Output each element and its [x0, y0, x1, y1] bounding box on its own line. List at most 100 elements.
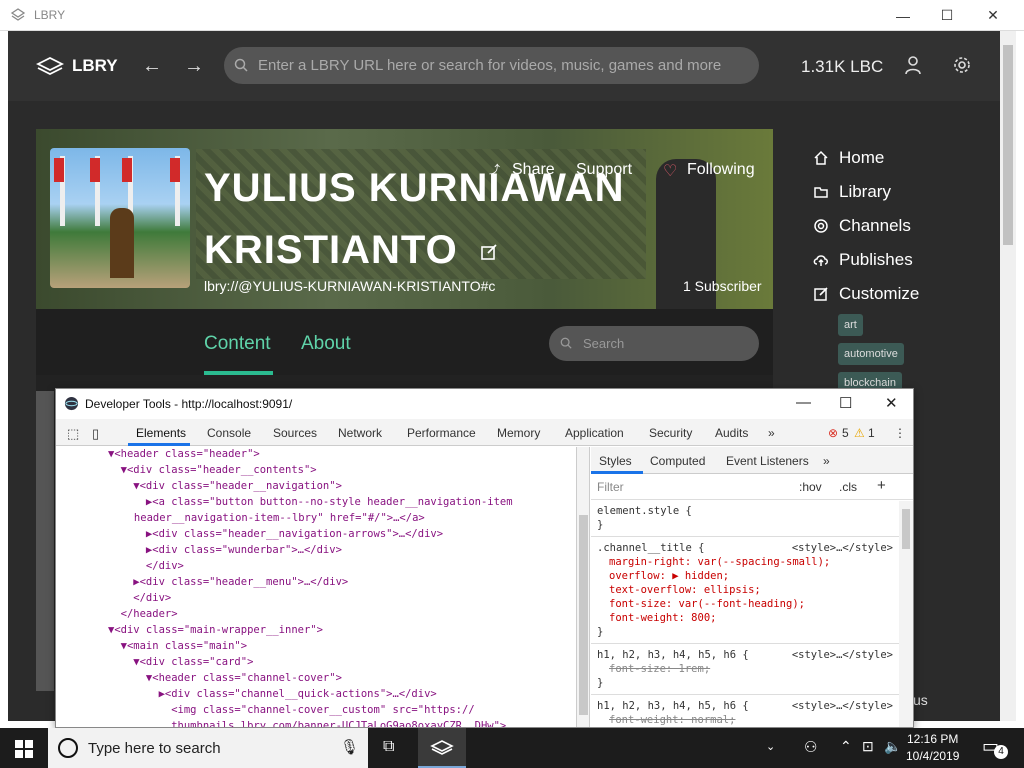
- scrollbar-thumb[interactable]: [1003, 45, 1013, 245]
- following-button[interactable]: Following: [687, 161, 755, 179]
- heart-icon[interactable]: ♡: [663, 161, 677, 181]
- chevron-up-icon[interactable]: ⌃: [840, 738, 852, 755]
- dom-node[interactable]: ▼<div class="card">: [108, 655, 253, 671]
- tab-sources[interactable]: Sources: [273, 426, 317, 440]
- css-property[interactable]: margin-right: var(--spacing-small);: [597, 555, 907, 569]
- people-icon[interactable]: ⚇: [804, 738, 817, 756]
- search-input[interactable]: Enter a LBRY URL here or search for vide…: [224, 47, 759, 84]
- elements-scrollbar[interactable]: [576, 447, 590, 727]
- tab-memory[interactable]: Memory: [497, 426, 540, 440]
- sidebar-item-library[interactable]: Library: [813, 175, 993, 209]
- hov-toggle[interactable]: :hov: [799, 480, 822, 494]
- css-property[interactable]: overflow: ▶ hidden;: [597, 569, 907, 583]
- more-tabs-chevron-icon[interactable]: »: [823, 454, 830, 468]
- window-scrollbar[interactable]: [1000, 31, 1016, 721]
- css-property[interactable]: font-weight: 800;: [597, 611, 907, 625]
- tab-content[interactable]: Content: [204, 333, 271, 355]
- rule-source-link[interactable]: <style>…</style>: [792, 699, 893, 713]
- dom-node[interactable]: <img class="channel-cover__custom" src="…: [108, 703, 474, 719]
- network-icon[interactable]: ⊡: [862, 738, 874, 755]
- minimize-button[interactable]: —: [880, 0, 926, 31]
- sidebar-item-channels[interactable]: Channels: [813, 209, 993, 243]
- tab-event-listeners[interactable]: Event Listeners: [726, 454, 809, 468]
- error-icon[interactable]: ⊗: [828, 426, 838, 440]
- dom-node[interactable]: ▼<header class="channel-cover">: [108, 671, 342, 687]
- scrollbar-thumb[interactable]: [902, 509, 910, 549]
- rule-selector[interactable]: element.style {: [597, 504, 907, 518]
- styles-scrollbar[interactable]: [899, 501, 913, 727]
- dom-node[interactable]: </div>: [108, 559, 184, 575]
- css-property-overridden[interactable]: font-size: 1rem;: [597, 662, 907, 676]
- styles-filter-input[interactable]: Filter: [597, 480, 624, 494]
- sidebar-item-publishes[interactable]: Publishes: [813, 243, 993, 277]
- add-rule-icon[interactable]: +: [877, 477, 886, 494]
- css-property[interactable]: font-size: var(--font-heading);: [597, 597, 907, 611]
- more-tabs-chevron-icon[interactable]: »: [768, 426, 775, 440]
- devtools-maximize-button[interactable]: ☐: [839, 394, 852, 412]
- taskbar-search-input[interactable]: Type here to search 🎙: [48, 728, 368, 768]
- back-arrow-icon[interactable]: ←: [142, 55, 162, 78]
- dom-node[interactable]: thumbnails.lbry.com/banner-UCJTaLoG9ao8o…: [108, 719, 506, 727]
- rule-source-link[interactable]: <style>…</style>: [792, 541, 893, 555]
- task-view-icon[interactable]: ⧉: [383, 738, 394, 756]
- scrollbar-thumb[interactable]: [579, 515, 588, 715]
- dom-node[interactable]: header__navigation-item--lbry" href="#/"…: [96, 511, 425, 527]
- dom-node[interactable]: ▼<div class="main-wrapper__inner">: [108, 623, 323, 639]
- close-button[interactable]: ✕: [970, 0, 1016, 31]
- dom-node[interactable]: ▶<a class="button button--no-style heade…: [108, 495, 513, 511]
- tab-styles[interactable]: Styles: [599, 454, 632, 468]
- forward-arrow-icon[interactable]: →: [184, 55, 204, 78]
- device-toolbar-icon[interactable]: ▯: [92, 426, 99, 442]
- tab-computed[interactable]: Computed: [650, 454, 705, 468]
- dom-node[interactable]: ▼<main class="main">: [108, 639, 247, 655]
- css-property-overridden[interactable]: font-weight: normal;: [597, 713, 907, 727]
- dom-node[interactable]: ▶<div class="channel__quick-actions">…</…: [108, 687, 437, 703]
- tab-about[interactable]: About: [301, 333, 351, 355]
- tab-console[interactable]: Console: [207, 426, 251, 440]
- tab-elements[interactable]: Elements: [136, 426, 186, 440]
- maximize-button[interactable]: ☐: [924, 0, 970, 31]
- user-icon[interactable]: [904, 55, 922, 75]
- notification-center-button[interactable]: ▭ 4: [982, 736, 1008, 760]
- sidebar-item-customize[interactable]: Customize: [813, 277, 993, 311]
- tab-security[interactable]: Security: [649, 426, 692, 440]
- tab-performance[interactable]: Performance: [407, 426, 476, 440]
- tab-network[interactable]: Network: [338, 426, 382, 440]
- tag-art[interactable]: art: [838, 314, 863, 336]
- dom-node[interactable]: </div>: [108, 591, 171, 607]
- css-property[interactable]: text-overflow: ellipsis;: [597, 583, 907, 597]
- wallet-balance[interactable]: 1.31K LBC: [801, 57, 883, 77]
- taskbar-lbry-app[interactable]: [418, 728, 466, 768]
- tag-automotive[interactable]: automotive: [838, 343, 904, 365]
- inspect-element-icon[interactable]: ⬚: [67, 426, 79, 442]
- dom-node[interactable]: ▶<div class="header__menu">…</div>: [108, 575, 348, 591]
- microphone-icon[interactable]: 🎙: [340, 738, 359, 756]
- warning-icon[interactable]: ⚠: [854, 426, 865, 440]
- electron-icon: [64, 396, 79, 411]
- taskbar-clock[interactable]: 12:16 PM 10/4/2019: [906, 731, 959, 765]
- tab-audits[interactable]: Audits: [715, 426, 748, 440]
- dom-node[interactable]: ▼<div class="header__navigation">: [108, 479, 342, 495]
- dom-node[interactable]: ▼<header class="header">: [108, 447, 260, 463]
- tab-application[interactable]: Application: [565, 426, 624, 440]
- sidebar-item-home[interactable]: Home: [813, 141, 993, 175]
- edit-icon[interactable]: [480, 243, 498, 261]
- error-count[interactable]: 5: [842, 426, 849, 440]
- warning-count[interactable]: 1: [868, 426, 875, 440]
- dom-node[interactable]: ▶<div class="header__navigation-arrows">…: [108, 527, 443, 543]
- lbry-home-link[interactable]: LBRY: [36, 56, 118, 76]
- dom-node[interactable]: ▶<div class="wunderbar">…</div>: [108, 543, 342, 559]
- channel-search-input[interactable]: Search: [549, 326, 759, 361]
- devtools-close-button[interactable]: ✕: [885, 394, 898, 412]
- volume-icon[interactable]: 🔈: [884, 738, 901, 755]
- kebab-menu-icon[interactable]: ⋮: [894, 426, 906, 440]
- channel-avatar: [50, 148, 190, 288]
- dom-node[interactable]: </header>: [108, 607, 178, 623]
- dom-node[interactable]: ▼<div class="header__contents">: [108, 463, 317, 479]
- rule-source-link[interactable]: <style>…</style>: [792, 648, 893, 662]
- gear-icon[interactable]: [952, 55, 972, 75]
- cls-toggle[interactable]: .cls: [839, 480, 857, 494]
- windows-start-icon[interactable]: [15, 740, 33, 758]
- scroll-down-chevron-icon[interactable]: ⌄: [766, 740, 775, 753]
- devtools-minimize-button[interactable]: —: [796, 394, 811, 411]
